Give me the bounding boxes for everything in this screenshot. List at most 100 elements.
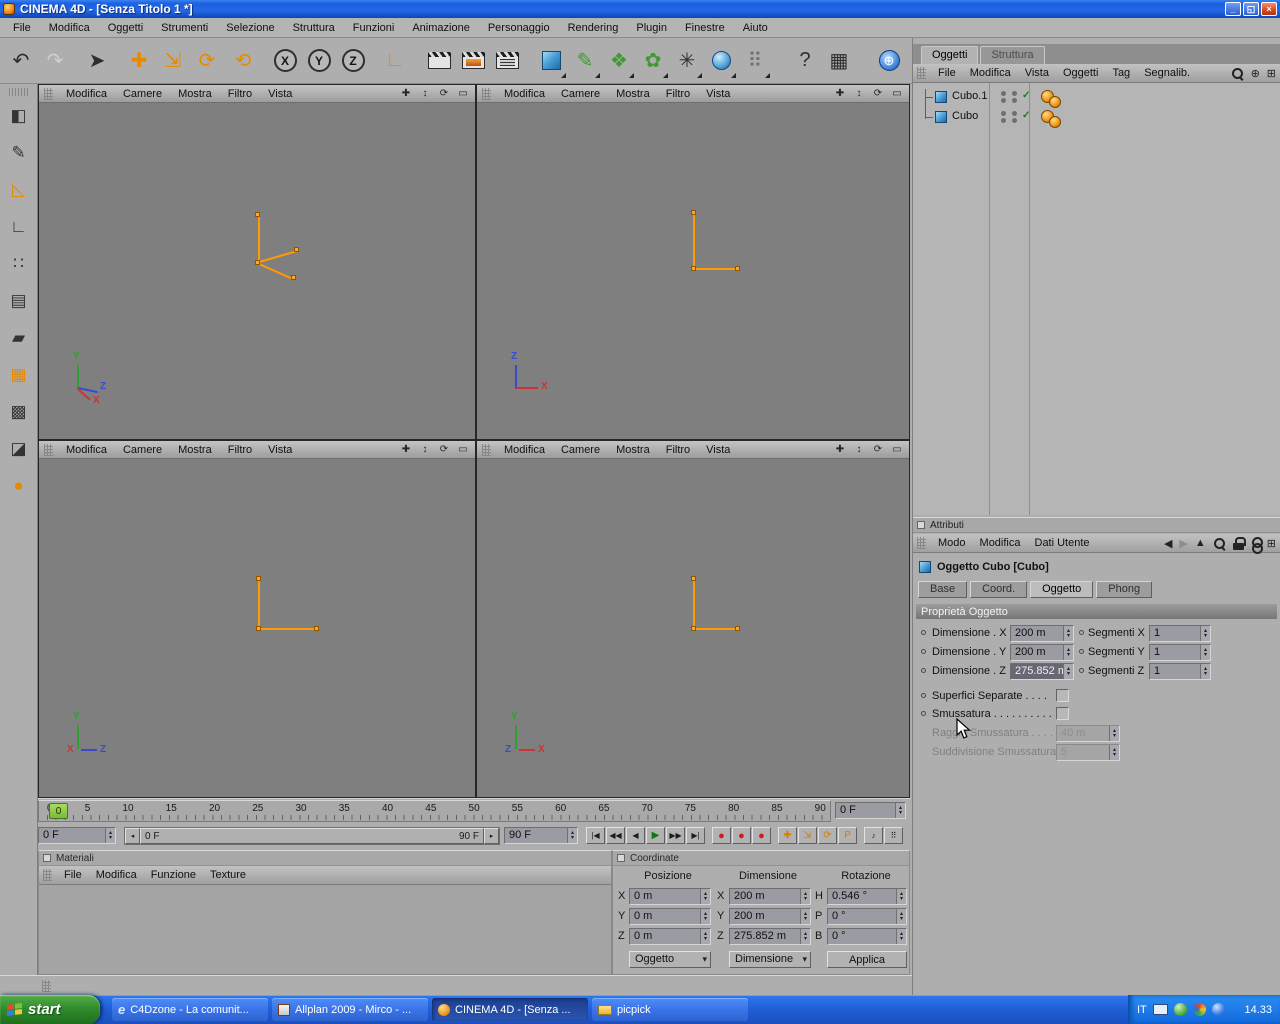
fillet-checkbox[interactable] <box>1056 707 1069 720</box>
editor-visibility-dots[interactable] <box>1001 111 1006 123</box>
taskbar-task-cinema4d[interactable]: CINEMA 4D - [Senza ... <box>432 998 588 1021</box>
make-editable-icon[interactable]: ◧ <box>4 100 34 132</box>
materials-menu-item[interactable]: Texture <box>203 869 253 881</box>
tab-struttura[interactable]: Struttura <box>980 46 1045 64</box>
menu-item[interactable]: Selezione <box>217 22 283 34</box>
spinner[interactable] <box>700 909 710 924</box>
render-settings-icon[interactable] <box>490 41 524 81</box>
object-name[interactable]: Cubo.1 <box>952 90 987 102</box>
current-frame-field[interactable]: 0 F <box>835 802 906 819</box>
tab-coord[interactable]: Coord. <box>970 581 1028 598</box>
object-manager-menu-item[interactable]: File <box>931 67 963 79</box>
point-handle[interactable] <box>691 576 696 581</box>
online-help-icon[interactable]: ⊕ <box>872 41 906 81</box>
object-manager-menu-item[interactable]: Modifica <box>963 67 1018 79</box>
spinner[interactable] <box>567 828 577 843</box>
maximize-view-icon[interactable]: ▭ <box>456 88 470 99</box>
scroll-right-icon[interactable]: ▸ <box>484 828 499 844</box>
content-browser-icon[interactable]: ▦ <box>822 41 856 81</box>
point-handle[interactable] <box>291 275 296 280</box>
menu-item[interactable]: Personaggio <box>479 22 559 34</box>
object-manager-menu-item[interactable]: Tag <box>1105 67 1137 79</box>
redo-icon[interactable]: ↷ <box>38 41 72 81</box>
object-combo[interactable]: Oggetto <box>629 951 711 968</box>
maximize-view-icon[interactable]: ▭ <box>890 444 904 455</box>
attributes-titlebar[interactable]: Attributi <box>913 517 1280 533</box>
history-forward-icon[interactable]: ▶ <box>1179 537 1187 550</box>
spinner[interactable] <box>1063 664 1073 679</box>
size-z-field[interactable]: 275.852 m <box>729 928 811 945</box>
play-sound-toggle[interactable]: ♪ <box>864 827 883 844</box>
key-bullet[interactable] <box>921 693 926 698</box>
panel-grip[interactable] <box>482 87 491 100</box>
tray-icon[interactable] <box>1211 1003 1225 1016</box>
viewport-right[interactable]: Modifica Camere Mostra Filtro Vista ✚ ↕ ⟳ ▭ … <box>476 440 910 798</box>
next-key-button[interactable]: ▶▶ <box>666 827 685 844</box>
viewport-menu-item[interactable]: Modifica <box>58 444 115 456</box>
panel-grip[interactable] <box>42 979 51 992</box>
point-handle[interactable] <box>255 212 260 217</box>
materials-menu-item[interactable]: Funzione <box>144 869 203 881</box>
menu-item[interactable]: Aiuto <box>734 22 777 34</box>
taskbar-task-allplan[interactable]: Allplan 2009 - Mirco - ... <box>272 998 428 1021</box>
materials-titlebar[interactable]: Materiali <box>39 851 611 866</box>
taskbar-task-picpick[interactable]: picpick <box>592 998 748 1021</box>
size-combo[interactable]: Dimensione <box>729 951 811 968</box>
coordinate-system-icon[interactable]: ∟ <box>378 41 412 81</box>
spinner[interactable] <box>800 929 810 944</box>
tab-phong[interactable]: Phong <box>1096 581 1153 598</box>
pan-view-icon[interactable]: ✚ <box>833 444 847 455</box>
polygons-mode-icon[interactable]: ▰ <box>4 322 34 354</box>
menu-item[interactable]: Plugin <box>627 22 676 34</box>
viewport-menu-item[interactable]: Filtro <box>658 444 698 456</box>
viewport-top[interactable]: Modifica Camere Mostra Filtro Vista ✚ ↕ ⟳ ▭ … <box>476 84 910 440</box>
lock-x-icon[interactable]: X <box>268 41 302 81</box>
link-icon[interactable] <box>1251 536 1263 554</box>
record-scale-toggle[interactable]: ⇲ <box>798 827 817 844</box>
enabled-check-icon[interactable]: ✓ <box>1022 90 1030 101</box>
scroll-left-icon[interactable]: ◂ <box>125 828 140 844</box>
close-button[interactable]: × <box>1261 2 1277 16</box>
spinner[interactable] <box>896 909 906 924</box>
add-environment-icon[interactable] <box>704 41 738 81</box>
render-visibility-dots[interactable] <box>1012 111 1017 123</box>
size-y-field[interactable]: 200 m <box>729 908 811 925</box>
search-icon[interactable] <box>1213 537 1226 550</box>
point-handle[interactable] <box>735 626 740 631</box>
add-spline-icon[interactable]: ✎ <box>568 41 602 81</box>
rotate-view-icon[interactable]: ⟳ <box>437 88 451 99</box>
menu-item[interactable]: Rendering <box>559 22 628 34</box>
spinner[interactable] <box>105 828 115 843</box>
titlebar[interactable]: CINEMA 4D - [Senza Titolo 1 *] _ ◱ × <box>0 0 1280 18</box>
pan-view-icon[interactable]: ✚ <box>399 444 413 455</box>
viewport-menu-item[interactable]: Vista <box>260 444 300 456</box>
texture-paint-icon[interactable]: ✎ <box>4 137 34 169</box>
pos-z-field[interactable]: 0 m <box>629 928 711 945</box>
dim-x-field[interactable]: 200 m <box>1010 625 1074 642</box>
zoom-view-icon[interactable]: ↕ <box>418 88 432 99</box>
object-manager-menu-item[interactable]: Oggetti <box>1056 67 1105 79</box>
viewport-menu-item[interactable]: Mostra <box>170 444 220 456</box>
last-tool-icon[interactable]: ⟲ <box>226 41 260 81</box>
viewport-menu-item[interactable]: Vista <box>698 88 738 100</box>
object-row[interactable]: Cubo ✓ <box>917 107 1276 128</box>
phong-tag-icon[interactable] <box>1041 110 1061 128</box>
start-button[interactable]: start <box>0 995 100 1024</box>
enabled-check-icon[interactable]: ✓ <box>1022 110 1030 121</box>
viewport-canvas[interactable]: Y Z X <box>477 459 909 797</box>
key-bullet[interactable] <box>921 649 926 654</box>
prev-key-button[interactable]: ◀◀ <box>606 827 625 844</box>
key-bullet[interactable] <box>1079 668 1084 673</box>
timeline-playhead[interactable]: 0 <box>49 803 68 819</box>
menu-item[interactable]: Animazione <box>403 22 478 34</box>
tab-base[interactable]: Base <box>918 581 968 598</box>
viewport-canvas[interactable]: Y Z X <box>39 103 475 439</box>
lock-icon[interactable] <box>1232 536 1246 550</box>
workplane-mode-icon[interactable]: ∟ <box>4 211 34 243</box>
viewport-menu-item[interactable]: Modifica <box>496 88 553 100</box>
spinner[interactable] <box>1200 664 1210 679</box>
seg-x-field[interactable]: 1 <box>1149 625 1211 642</box>
object-list[interactable]: Cubo.1 ✓ Cubo ✓ <box>913 83 1280 515</box>
menu-item[interactable]: Modifica <box>40 22 99 34</box>
taskbar-task-c4dzone[interactable]: e C4Dzone - La comunit... <box>112 998 268 1021</box>
